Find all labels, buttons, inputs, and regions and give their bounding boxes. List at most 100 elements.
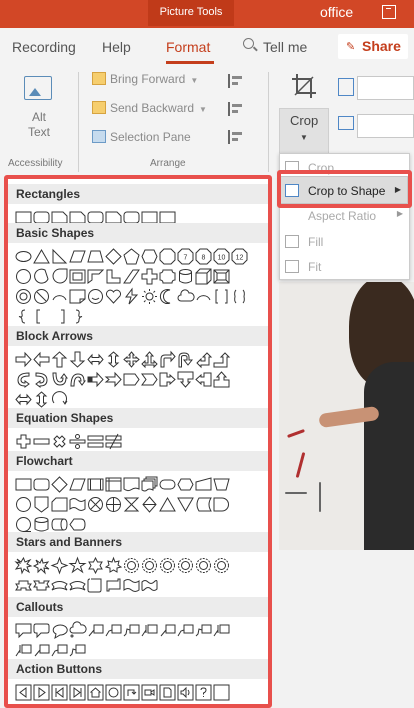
fc-mag-shape[interactable] [33,514,50,534]
fc-manual-shape[interactable] [195,474,212,494]
c-line-shape[interactable] [87,620,104,640]
ab-begin-shape[interactable] [51,682,68,702]
fc-junc-shape[interactable] [87,494,104,514]
ab-info-shape[interactable] [105,682,122,702]
call-u-shape[interactable] [213,369,230,389]
eq-div-shape[interactable] [69,431,86,451]
ab-return-shape[interactable] [123,682,140,702]
donut-shape[interactable] [15,286,32,306]
diamond-shape[interactable] [51,474,68,494]
fc-conn-shape[interactable] [15,494,32,514]
oval-shape[interactable] [15,246,32,266]
bentup-shape[interactable] [213,349,231,369]
c-line3-shape[interactable] [123,620,140,640]
smile-shape[interactable] [87,286,104,306]
search-icon[interactable] [243,38,254,49]
align-icon[interactable] [228,74,244,88]
c-line3-shape[interactable] [195,620,212,640]
tell-me-search[interactable]: Tell me [263,39,307,55]
call-d-shape[interactable] [177,369,194,389]
arr-u-d-shape[interactable] [33,389,50,409]
group-objects-icon[interactable] [228,102,244,116]
arr-r-shape[interactable] [15,349,32,369]
lup-shape[interactable] [195,349,213,369]
ab-doc-shape[interactable] [159,682,176,702]
fc-man-op-shape[interactable] [213,474,230,494]
hex-shape[interactable] [141,246,158,266]
restore-window-icon[interactable] [382,5,396,19]
fold-shape[interactable] [69,286,86,306]
fc-seq-shape[interactable] [15,514,32,534]
bring-forward-button[interactable]: Bring Forward ▼ [92,72,198,86]
pent-shape[interactable] [123,246,140,266]
c-line-shape[interactable] [33,640,50,660]
teardrop-shape[interactable] [51,266,68,286]
fc-stored-shape[interactable] [195,494,212,514]
plaque-shape[interactable] [159,266,176,286]
cur-l-shape[interactable] [33,369,50,389]
fc-doc-shape[interactable] [123,474,140,494]
arr-l-shape[interactable] [33,349,50,369]
half-shape[interactable] [87,266,105,286]
arc-shape[interactable] [195,286,212,306]
circle-shape[interactable] [15,266,32,286]
fc-internal-shape[interactable] [105,474,122,494]
star-n-shape[interactable] [141,555,158,575]
eq-plus-shape[interactable] [15,431,32,451]
rotate-icon[interactable] [228,130,244,144]
c-bar-shape[interactable] [15,640,32,660]
share-button[interactable]: ✎ Share [338,34,408,59]
frame-shape[interactable] [69,266,86,286]
fc-predef-shape[interactable] [87,474,104,494]
bolt-shape[interactable] [123,286,140,306]
can-shape[interactable] [177,266,194,286]
fc-sort-shape[interactable] [141,494,158,514]
oct-shape[interactable] [159,246,176,266]
bevel-shape[interactable] [213,266,230,286]
dbrace-shape[interactable] [231,286,248,306]
c-line-shape[interactable] [159,620,176,640]
height-field[interactable] [357,76,414,100]
wave-shape[interactable] [123,575,140,595]
fc-merge-shape[interactable] [177,494,194,514]
tab-help[interactable]: Help [102,39,131,55]
ribbon-up-shape[interactable] [15,575,32,595]
heart-shape[interactable] [105,286,122,306]
brace-r-shape[interactable] [69,306,86,326]
cur-r-shape[interactable] [15,369,32,389]
cloud-shape[interactable] [177,286,195,306]
cube-shape[interactable] [195,266,212,286]
octagon-7-shape[interactable]: 7 [177,246,194,266]
para-shape[interactable] [69,246,86,266]
octagon-12-shape[interactable]: 12 [231,246,248,266]
lshape-shape[interactable] [105,266,122,286]
tab-format[interactable]: Format [166,39,210,55]
hscroll-shape[interactable] [105,575,122,595]
pent-arr-shape[interactable] [123,369,140,389]
dwave-shape[interactable] [141,575,158,595]
call-l-shape[interactable] [195,369,212,389]
c-bar-shape[interactable] [213,620,230,640]
ab-blank-shape[interactable] [213,682,230,702]
brace-l-shape[interactable] [15,306,32,326]
arc-shape[interactable] [51,286,68,306]
c-line2-shape[interactable] [51,640,68,660]
quad-shape[interactable] [123,349,140,369]
call-r-shape[interactable] [159,369,176,389]
c-r-rect-shape[interactable] [33,620,50,640]
curve-rib-shape[interactable] [51,575,68,595]
chevron-down-icon[interactable]: ▼ [190,76,198,85]
rect-shape[interactable] [15,474,32,494]
slide-photo[interactable] [279,282,414,550]
rtri-shape[interactable] [51,246,68,266]
eq-eq-shape[interactable] [87,431,104,451]
ab-help-shape[interactable] [195,682,212,702]
ribbon-down-shape[interactable] [33,575,50,595]
fc-extract-shape[interactable] [159,494,176,514]
ab-fwd-shape[interactable] [33,682,50,702]
tri-shape[interactable] [33,246,50,266]
vscroll-shape[interactable] [87,575,104,595]
fc-collate-shape[interactable] [123,494,140,514]
fc-or-shape[interactable] [105,494,122,514]
octagon-8-shape[interactable]: 8 [195,246,212,266]
